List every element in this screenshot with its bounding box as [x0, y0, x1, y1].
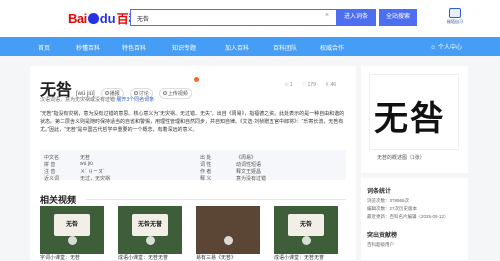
- video-card[interactable]: 无咎: [274, 206, 338, 254]
- info-value: ㄨˊ ㄐㄧㄡˋ: [80, 169, 105, 175]
- related-videos-title: 相关视频: [40, 195, 77, 205]
- promo-badge[interactable]: 秘塔自习: [444, 8, 466, 28]
- user-icon: ☺: [430, 45, 437, 51]
- speaker-icon: [104, 91, 109, 95]
- nav-item-home[interactable]: 首页: [38, 43, 50, 52]
- play-icon: [302, 236, 311, 245]
- album-caption[interactable]: 无咎的概述图（1张）: [377, 154, 425, 161]
- video-card[interactable]: 无咎无誉: [118, 206, 182, 254]
- upload-video-button[interactable]: 上传视频: [158, 87, 192, 99]
- nav-item-featured[interactable]: 特色百科: [122, 43, 146, 52]
- section-divider: [86, 199, 346, 200]
- clear-icon[interactable]: ×: [325, 12, 329, 19]
- like-stat[interactable]: ♡ 179: [302, 82, 316, 88]
- nav-item-authority[interactable]: 权威合作: [320, 43, 344, 52]
- entry-stats-box: 词条统计 浏览次数：378966次 编辑次数：27次历史版本 最近更新：百科名片…: [361, 178, 468, 260]
- subtitle-text: 汉语词语，意为无灾祸或没有过错: [40, 97, 116, 103]
- album-glyph: 无咎: [374, 99, 446, 139]
- info-key: 作 者: [200, 169, 212, 175]
- video-card[interactable]: [196, 206, 260, 254]
- like-count: 179: [307, 82, 316, 88]
- video-thumbnail-text: 无咎: [288, 214, 324, 236]
- contributors-title: 突出贡献榜: [367, 233, 398, 239]
- site-search-button[interactable]: 全站搜索: [379, 9, 417, 26]
- expand-homonyms-link[interactable]: 展开3个同名词条: [116, 97, 154, 103]
- star-stat[interactable]: ☆ 1: [284, 82, 293, 88]
- edit-count[interactable]: 编辑次数：27次历史版本: [367, 206, 417, 212]
- info-value: 《周易》: [236, 155, 257, 161]
- view-count: 浏览次数：378966次: [367, 198, 410, 203]
- top-bar: Bai du 百科 无咎 × 进入词条 全站搜索 秘塔自习: [0, 0, 500, 37]
- video-thumbnail-text: 无咎无誉: [132, 214, 168, 236]
- nav-item-join[interactable]: 加入百科: [225, 43, 249, 52]
- play-icon: [224, 236, 233, 245]
- share-stat[interactable]: ⇪ 46: [325, 82, 336, 88]
- summary-paragraph: “无咎”指没有灾祸，意为没有过错的意思。核心意义为“无灾祸、无过错、无失”，出自…: [40, 111, 345, 133]
- contributor-line[interactable]: 百科超级用户: [367, 242, 394, 248]
- info-key: 近义词: [44, 176, 60, 182]
- info-value: 释文王姬昌: [236, 169, 262, 175]
- entry-subtitle: 汉语词语，意为无灾祸或没有过错 展开3个同名词条: [40, 96, 154, 103]
- main-nav: 首页 秒懂百科 特色百科 知识专题 加入百科 百科团队 权威合作 ☺ 个人中心: [0, 37, 500, 56]
- info-value: 意为没有过错: [236, 176, 267, 182]
- info-value: 动词性短语: [236, 162, 262, 168]
- entry-content: 无咎 [wú jiù] 播报 讨论 上传视频 ☆ 1 ♡ 179 ⇪ 46 汉语…: [30, 66, 356, 261]
- share-count: 46: [330, 82, 337, 88]
- entry-stats: ☆ 1 ♡ 179 ⇪ 46: [284, 82, 336, 88]
- album-image[interactable]: 无咎: [369, 74, 459, 150]
- stats-title: 词条统计: [367, 189, 392, 195]
- info-key: 词 性: [200, 162, 212, 168]
- info-key: 注 音: [44, 169, 56, 175]
- video-thumbnail-text: 无咎: [54, 214, 90, 236]
- play-icon: [68, 236, 77, 245]
- promo-text: 秘塔自习: [447, 19, 463, 24]
- notification-dot: [194, 77, 199, 82]
- basic-info-table: 中文名 无咎 拼 音 wú jiù 注 音 ㄨˊ ㄐㄧㄡˋ 近义词 无过，无灾祸…: [40, 150, 346, 182]
- info-value: 无咎: [80, 155, 91, 161]
- video-card[interactable]: 无咎: [40, 206, 104, 254]
- info-key: 出 处: [200, 155, 212, 161]
- album-card[interactable]: 无咎 无咎的概述图（1张）: [361, 66, 468, 173]
- logo-bai-text: Bai: [68, 10, 87, 26]
- sidebar: 无咎 无咎的概述图（1张） 词条统计 浏览次数：378966次 编辑次数：27次…: [361, 66, 468, 260]
- star-count: 1: [289, 82, 293, 88]
- info-key: 中文名: [44, 155, 60, 161]
- comment-icon: [133, 91, 138, 95]
- play-icon: [146, 236, 155, 245]
- upload-icon: [162, 91, 167, 95]
- enter-entry-button[interactable]: 进入词条: [336, 9, 376, 26]
- paw-icon: [87, 12, 99, 24]
- info-key: 释 义: [200, 176, 212, 182]
- info-value: 无过，无灾祸: [80, 176, 111, 182]
- user-center-label: 个人中心: [437, 45, 462, 51]
- search-input[interactable]: 无咎: [130, 9, 336, 26]
- user-center[interactable]: ☺ 个人中心: [430, 42, 462, 51]
- last-updated: 最近更新：百科名片编辑（2025-05-12）: [367, 214, 449, 219]
- nav-item-team[interactable]: 百科团队: [273, 43, 297, 52]
- nav-item-miaodong[interactable]: 秒懂百科: [76, 43, 100, 52]
- nav-item-topics[interactable]: 知识专题: [172, 43, 196, 52]
- info-value: wú jiù: [80, 161, 93, 167]
- info-key: 拼 音: [44, 162, 56, 168]
- promo-icon: [449, 8, 461, 18]
- logo-du-text: du: [99, 10, 116, 26]
- upload-label: 上传视频: [167, 90, 188, 97]
